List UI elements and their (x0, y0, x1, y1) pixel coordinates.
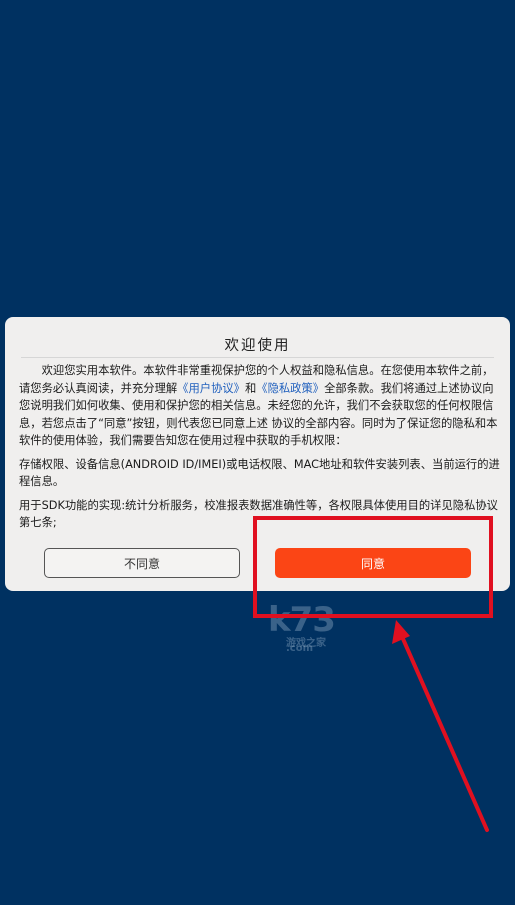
site-watermark: k73 游戏之家 .com (268, 600, 336, 654)
user-agreement-link[interactable]: 《用户协议》 (177, 382, 245, 395)
dialog-body: 欢迎您实用本软件。本软件非常重视保护您的个人权益和隐私信息。在您使用本软件之前，… (19, 362, 500, 532)
sdk-usage-paragraph: 用于SDK功能的实现:统计分析服务，校准报表数据准确性等，各权限具体使用目的详见… (19, 498, 498, 530)
consent-paragraph-1: 欢迎您实用本软件。本软件非常重视保护您的个人权益和隐私信息。在您使用本软件之前，… (19, 362, 500, 450)
privacy-consent-dialog: 欢迎使用 欢迎您实用本软件。本软件非常重视保护您的个人权益和隐私信息。在您使用本… (5, 317, 510, 591)
paragraph-1-and: 和 (244, 381, 257, 395)
watermark-domain: .com (286, 643, 314, 654)
permissions-paragraph: 存储权限、设备信息(ANDROID ID/IMEI)或电话权限、MAC地址和软件… (19, 457, 500, 489)
title-divider (21, 357, 494, 358)
watermark-logo-text: k73 (268, 600, 336, 640)
dialog-title: 欢迎使用 (224, 338, 291, 354)
watermark-subtitle: 游戏之家 (286, 638, 326, 649)
annotation-arrow-line (398, 630, 489, 832)
disagree-button[interactable]: 不同意 (44, 548, 240, 578)
privacy-policy-link[interactable]: 《隐私政策》 (256, 382, 324, 395)
annotation-arrow-head (392, 620, 410, 644)
agree-button[interactable]: 同意 (275, 548, 471, 578)
